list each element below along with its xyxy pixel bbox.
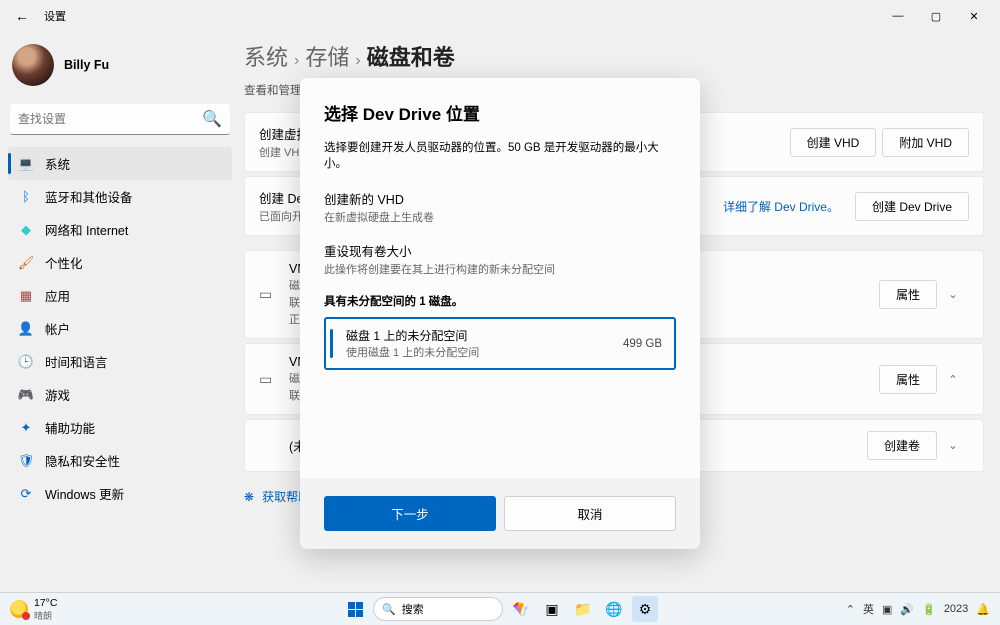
tray-clock[interactable]: 2023 — [944, 603, 968, 615]
modal-overlay: 选择 Dev Drive 位置 选择要创建开发人员驱动器的位置。50 GB 是开… — [0, 0, 1000, 625]
disk-count-label: 具有未分配空间的 1 磁盘。 — [324, 293, 676, 309]
option-resize-volume[interactable]: 重设现有卷大小 此操作将创建要在其上进行构建的新未分配空间 — [324, 241, 676, 277]
disk-selection[interactable]: 磁盘 1 上的未分配空间 使用磁盘 1 上的未分配空间 499 GB — [324, 317, 676, 370]
tray-lang[interactable]: 英 — [863, 601, 874, 617]
disk-size: 499 GB — [623, 338, 662, 350]
taskbar[interactable]: 17°C 晴朗 🔍搜索 🪁 ▣ 📁 🌐 ⚙ ⌃ 英 ▣ 🔊 🔋 2023 🔔 — [0, 592, 1000, 625]
taskbar-explorer-icon[interactable]: 📁 — [570, 596, 596, 622]
weather-icon — [10, 600, 28, 618]
taskbar-edge-icon[interactable]: 🌐 — [601, 596, 627, 622]
taskbar-settings-icon[interactable]: ⚙ — [632, 596, 658, 622]
start-button[interactable] — [342, 596, 368, 622]
dialog-title: 选择 Dev Drive 位置 — [324, 100, 676, 125]
tray-notifications-icon[interactable]: 🔔 — [976, 603, 990, 616]
taskbar-taskview-icon[interactable]: ▣ — [539, 596, 565, 622]
devdrive-dialog: 选择 Dev Drive 位置 选择要创建开发人员驱动器的位置。50 GB 是开… — [300, 78, 700, 549]
taskbar-app-icon[interactable]: 🪁 — [508, 596, 534, 622]
tray-battery-icon[interactable]: 🔋 — [922, 603, 936, 616]
cancel-button[interactable]: 取消 — [504, 496, 676, 531]
tray-chevron-icon[interactable]: ⌃ — [846, 603, 855, 616]
weather-widget[interactable]: 17°C 晴朗 — [10, 597, 57, 622]
tray-volume-icon[interactable]: 🔊 — [900, 603, 914, 616]
dialog-desc: 选择要创建开发人员驱动器的位置。50 GB 是开发驱动器的最小大小。 — [324, 139, 676, 171]
next-button[interactable]: 下一步 — [324, 496, 496, 531]
taskbar-search[interactable]: 🔍搜索 — [373, 597, 503, 621]
search-icon: 🔍 — [382, 603, 396, 616]
tray-network-icon[interactable]: ▣ — [882, 603, 892, 616]
option-new-vhd[interactable]: 创建新的 VHD 在新虚拟硬盘上生成卷 — [324, 189, 676, 225]
